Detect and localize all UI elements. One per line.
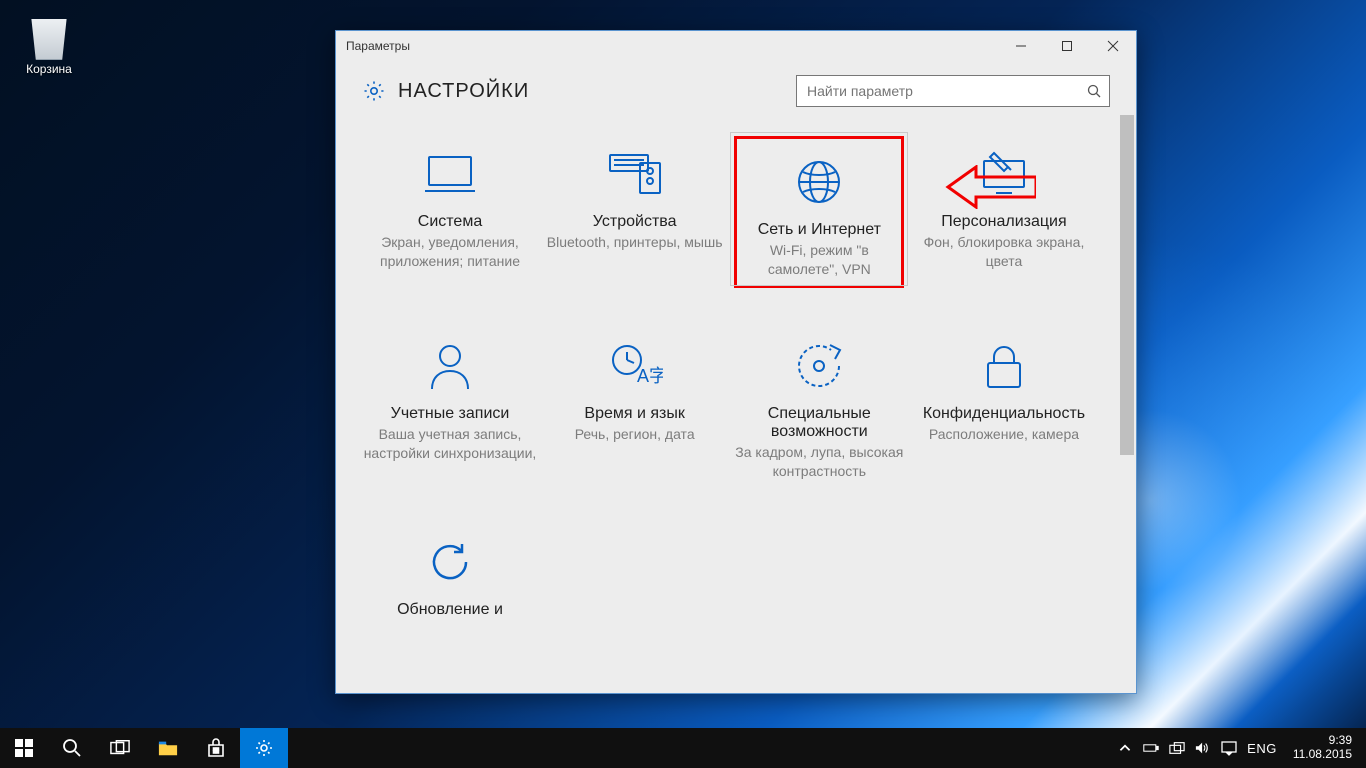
scrollbar-thumb[interactable]: [1120, 115, 1134, 455]
tile-time-language[interactable]: A字 Время и язык Речь, регион, дата: [547, 331, 723, 481]
tile-system[interactable]: Система Экран, уведомления, приложения; …: [362, 139, 538, 285]
window-minimize-button[interactable]: [998, 31, 1044, 61]
gear-icon: [362, 79, 386, 103]
settings-header: НАСТРОЙКИ: [336, 61, 1136, 115]
tray-language[interactable]: ENG: [1247, 741, 1277, 756]
recycle-bin-icon: [27, 10, 71, 60]
tile-network[interactable]: Сеть и Интернет Wi-Fi, режим "в самолете…: [731, 133, 907, 285]
tray-network-icon[interactable]: [1169, 740, 1185, 756]
tile-personalization[interactable]: Персонализация Фон, блокировка экрана, ц…: [916, 139, 1092, 285]
tile-title: Обновление и: [362, 601, 538, 619]
update-icon: [362, 527, 538, 597]
window-titlebar[interactable]: Параметры: [336, 31, 1136, 61]
tile-title: Система: [362, 213, 538, 231]
search-icon: [1087, 84, 1101, 98]
system-tray: ENG 9:39 11.08.2015: [1109, 728, 1366, 768]
highlight-annotation: Сеть и Интернет Wi-Fi, режим "в самолете…: [737, 139, 901, 285]
tile-title: Устройства: [547, 213, 723, 231]
desktop-background: Корзина Параметры НАСТРОЙКИ: [0, 0, 1366, 768]
window-title: Параметры: [346, 39, 998, 53]
tile-title: Учетные записи: [362, 405, 538, 423]
taskbar-settings-app[interactable]: [240, 728, 288, 768]
taskbar-store[interactable]: [192, 728, 240, 768]
system-icon: [362, 139, 538, 209]
desktop-icon-recycle-bin[interactable]: Корзина: [14, 10, 84, 76]
tile-subtitle: Расположение, камера: [916, 425, 1092, 444]
tile-title: Конфиденциальность: [916, 405, 1092, 423]
tray-time: 9:39: [1293, 734, 1352, 748]
tray-clock[interactable]: 9:39 11.08.2015: [1287, 734, 1358, 762]
lock-icon: [916, 331, 1092, 401]
tile-ease-of-access[interactable]: Специальные возможности За кадром, лупа,…: [731, 331, 907, 481]
settings-title: НАСТРОЙКИ: [398, 80, 529, 103]
tile-subtitle: За кадром, лупа, высокая контрастность: [731, 443, 907, 481]
start-button[interactable]: [0, 728, 48, 768]
taskbar-search-button[interactable]: [48, 728, 96, 768]
time-language-icon: A字: [547, 331, 723, 401]
tile-title: Сеть и Интернет: [741, 221, 897, 239]
tray-notifications-icon[interactable]: [1221, 740, 1237, 756]
devices-icon: [547, 139, 723, 209]
search-field[interactable]: [805, 82, 1087, 100]
tile-subtitle: Экран, уведомления, приложения; питание: [362, 233, 538, 271]
tile-subtitle: Фон, блокировка экрана, цвета: [916, 233, 1092, 271]
settings-scrollbar[interactable]: [1118, 115, 1136, 693]
tray-chevron-up-icon[interactable]: [1117, 740, 1133, 756]
window-close-button[interactable]: [1090, 31, 1136, 61]
task-view-button[interactable]: [96, 728, 144, 768]
tile-subtitle: Wi-Fi, режим "в самолете", VPN: [741, 241, 897, 279]
svg-text:A字: A字: [637, 366, 663, 386]
globe-icon: [741, 147, 897, 217]
tile-accounts[interactable]: Учетные записи Ваша учетная запись, наст…: [362, 331, 538, 481]
recycle-bin-label: Корзина: [14, 62, 84, 76]
tile-title: Персонализация: [916, 213, 1092, 231]
tile-devices[interactable]: Устройства Bluetooth, принтеры, мышь: [547, 139, 723, 285]
search-input[interactable]: [796, 75, 1110, 107]
ease-of-access-icon: [731, 331, 907, 401]
settings-window: Параметры НАСТРОЙКИ: [335, 30, 1137, 694]
taskbar-file-explorer[interactable]: [144, 728, 192, 768]
accounts-icon: [362, 331, 538, 401]
tray-date: 11.08.2015: [1293, 748, 1352, 762]
tile-privacy[interactable]: Конфиденциальность Расположение, камера: [916, 331, 1092, 481]
tile-subtitle: Ваша учетная запись, настройки синхрониз…: [362, 425, 538, 463]
window-maximize-button[interactable]: [1044, 31, 1090, 61]
personalization-icon: [916, 139, 1092, 209]
tile-subtitle: Речь, регион, дата: [547, 425, 723, 444]
tile-title: Специальные возможности: [731, 405, 907, 441]
tray-volume-icon[interactable]: [1195, 740, 1211, 756]
taskbar: ENG 9:39 11.08.2015: [0, 728, 1366, 768]
tray-battery-icon[interactable]: [1143, 740, 1159, 756]
tile-subtitle: Bluetooth, принтеры, мышь: [547, 233, 723, 252]
settings-content: Система Экран, уведомления, приложения; …: [336, 115, 1118, 693]
tile-title: Время и язык: [547, 405, 723, 423]
tile-update[interactable]: Обновление и: [362, 527, 538, 619]
